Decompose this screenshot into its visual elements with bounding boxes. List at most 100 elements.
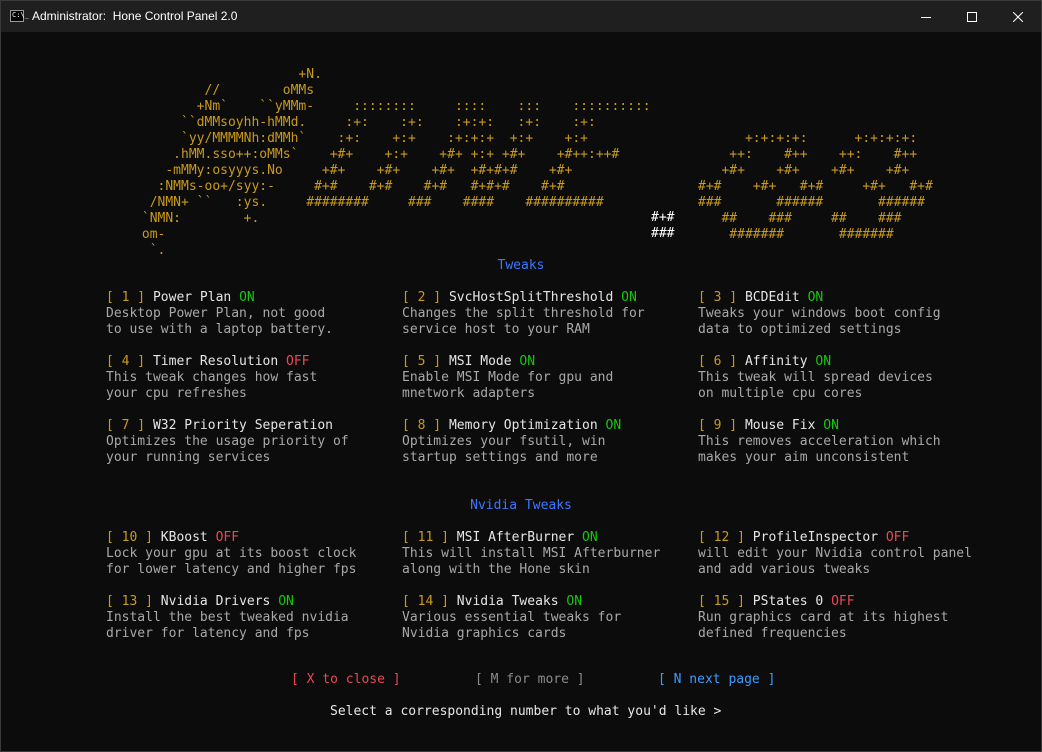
tweak-bracket-open: [	[698, 354, 714, 369]
tweak-name: W32 Priority Seperation	[152, 418, 333, 433]
tweak-item: [ 3 ] BCDEdit ON Tweaks your windows boot…	[698, 290, 988, 338]
tweak-bracket-close: ]	[721, 354, 745, 369]
tweak-bracket-open: [	[106, 354, 122, 369]
tweak-description: Optimizes your fsutil, win	[402, 434, 606, 449]
tweak-bracket-open: [	[698, 530, 714, 545]
ascii-logo-mark: #+#	[651, 210, 675, 225]
tweak-description: for lower latency and higher fps	[106, 562, 357, 577]
tweak-name: Nvidia Tweaks	[456, 594, 559, 609]
ascii-line: ## ### ## ###	[698, 211, 902, 226]
tweak-bracket-open: [	[698, 418, 714, 433]
console-output: +N. // oMMs +Nm` ``yMMm- :::::::: :::: :…	[1, 32, 1041, 751]
tweak-status: ON	[582, 530, 598, 545]
tweak-bracket-open: [	[402, 418, 418, 433]
more-option: [ M for more ]	[475, 672, 585, 687]
tweak-status: OFF	[885, 530, 910, 545]
tweak-name: Mouse Fix	[744, 418, 816, 433]
tweak-bracket-close: ]	[137, 530, 161, 545]
tweak-description: will edit your Nvidia control panel	[698, 546, 972, 561]
tweak-bracket-open: [	[106, 594, 122, 609]
tweak-bracket-close: ]	[425, 354, 449, 369]
tweak-bracket-open: [	[402, 354, 418, 369]
ascii-logo-mark-2: ###	[651, 226, 675, 241]
tweak-heading: [ 10 ] KBoost OFF	[106, 530, 396, 546]
minimize-button[interactable]	[903, 1, 949, 32]
tweak-heading: [ 5 ] MSI Mode ON	[402, 354, 692, 370]
maximize-button[interactable]	[949, 1, 995, 32]
tweak-item: [ 13 ] Nvidia Drivers ON Install the best…	[106, 594, 396, 642]
close-button[interactable]	[995, 1, 1041, 32]
tweak-name: PStates 0	[752, 594, 824, 609]
title-bar[interactable]: C:\_ Administrator: Hone Control Panel 2…	[1, 1, 1041, 32]
ascii-line: ####### #######	[698, 227, 894, 242]
tweak-name: BCDEdit	[744, 290, 800, 305]
tweak-heading: [ 7 ] W32 Priority Seperation	[106, 418, 396, 434]
tweak-description: Nvidia graphics cards	[402, 626, 567, 641]
tweak-status: ON	[807, 290, 824, 305]
tweak-bracket-open: [	[106, 530, 122, 545]
tweak-description: and add various tweaks	[698, 562, 871, 577]
tweak-item: [ 4 ] Timer Resolution OFF This tweak cha…	[106, 354, 396, 402]
tweak-number: 11	[417, 530, 434, 545]
console-window: C:\_ Administrator: Hone Control Panel 2…	[0, 0, 1042, 752]
ascii-line: +Nm` ``yMMm- :::::::: :::: ::: :::::::::…	[1, 99, 651, 114]
tweak-bracket-close: ]	[721, 290, 745, 305]
ascii-line: :NMMs-oo+/syy:- #+# #+# #+# #+#+# #+#	[1, 179, 565, 194]
tweak-item: [ 15 ] PStates 0 OFF Run graphics card at…	[698, 594, 988, 642]
tweak-status: ON	[815, 354, 832, 369]
tweak-description: on multiple cpu cores	[698, 386, 863, 401]
tweak-bracket-close: ]	[425, 418, 449, 433]
tweak-description: This tweak will spread devices	[698, 370, 933, 385]
tweak-number: 10	[121, 530, 138, 545]
ascii-line: ### ###### ######	[698, 195, 925, 210]
tweak-status: ON	[519, 354, 536, 369]
tweak-bracket-close: ]	[729, 530, 753, 545]
tweak-heading: [ 2 ] SvcHostSplitThreshold ON	[402, 290, 692, 306]
tweak-item: [ 10 ] KBoost OFF Lock your gpu at its bo…	[106, 530, 396, 578]
tweak-description: service host to your RAM	[402, 322, 590, 337]
tweak-description: along with the Hone skin	[402, 562, 590, 577]
ascii-line: ``dMMsoyhh-hMMd. :+: :+: :+:+: :+: :+:	[1, 115, 596, 130]
tweak-item: [ 6 ] Affinity ON This tweak will spread …	[698, 354, 988, 402]
tweak-description: Run graphics card at its highest	[698, 610, 949, 625]
ascii-line: `NMN: +.	[1, 211, 259, 226]
tweak-bracket-close: ]	[729, 594, 753, 609]
tweak-description: Install the best tweaked nvidia	[106, 610, 349, 625]
tweak-heading: [ 3 ] BCDEdit ON	[698, 290, 988, 306]
tweak-number: 13	[121, 594, 138, 609]
ascii-line: ++: #++ ++: #++	[698, 147, 917, 162]
tweak-item: [ 1 ] Power Plan ON Desktop Power Plan, n…	[106, 290, 396, 338]
tweak-status: ON	[278, 594, 294, 609]
tweak-description: startup settings and more	[402, 450, 598, 465]
tweak-bracket-open: [	[402, 290, 418, 305]
ascii-line: /NMN+ `` :ys. ######## ### #### ########…	[1, 195, 604, 210]
tweak-name: KBoost	[160, 530, 208, 545]
tweak-description: Various essential tweaks for	[402, 610, 622, 625]
tweak-status: OFF	[831, 594, 855, 609]
tweak-status: OFF	[215, 530, 240, 545]
section-title: Nvidia Tweaks	[470, 498, 572, 513]
tweak-description: mnetwork adapters	[402, 386, 536, 401]
next-page-option: [ N next page ]	[658, 672, 776, 687]
tweak-name: MSI AfterBurner	[456, 530, 575, 545]
tweak-bracket-open: [	[106, 290, 122, 305]
tweak-bracket-close: ]	[137, 594, 161, 609]
tweak-item: [ 11 ] MSI AfterBurner ON This will insta…	[402, 530, 692, 578]
console-icon: C:\_	[10, 10, 29, 22]
tweak-description: Tweaks your windows boot config	[698, 306, 941, 321]
tweak-status: ON	[605, 418, 622, 433]
tweak-heading: [ 9 ] Mouse Fix ON	[698, 418, 988, 434]
tweak-description: defined frequencies	[698, 626, 847, 641]
tweak-description: Optimizes the usage priority of	[106, 434, 349, 449]
selection-prompt[interactable]: Select a corresponding number to what yo…	[330, 704, 721, 719]
tweak-description: Lock your gpu at its boost clock	[106, 546, 357, 561]
ascii-line: `yy/MMMMNh:dMMh` :+: +:+ :+:+:+ +:+ +:+	[1, 131, 588, 146]
tweak-description: Enable MSI Mode for gpu and	[402, 370, 614, 385]
tweak-item: [ 12 ] ProfileInspector OFF will edit you…	[698, 530, 988, 578]
tweak-bracket-open: [	[106, 418, 122, 433]
tweak-name: SvcHostSplitThreshold	[448, 290, 614, 305]
tweak-name: Memory Optimization	[448, 418, 598, 433]
tweak-heading: [ 15 ] PStates 0 OFF	[698, 594, 988, 610]
tweak-bracket-close: ]	[433, 594, 457, 609]
ascii-line: +:+:+:+: +:+:+:+:	[698, 131, 917, 146]
